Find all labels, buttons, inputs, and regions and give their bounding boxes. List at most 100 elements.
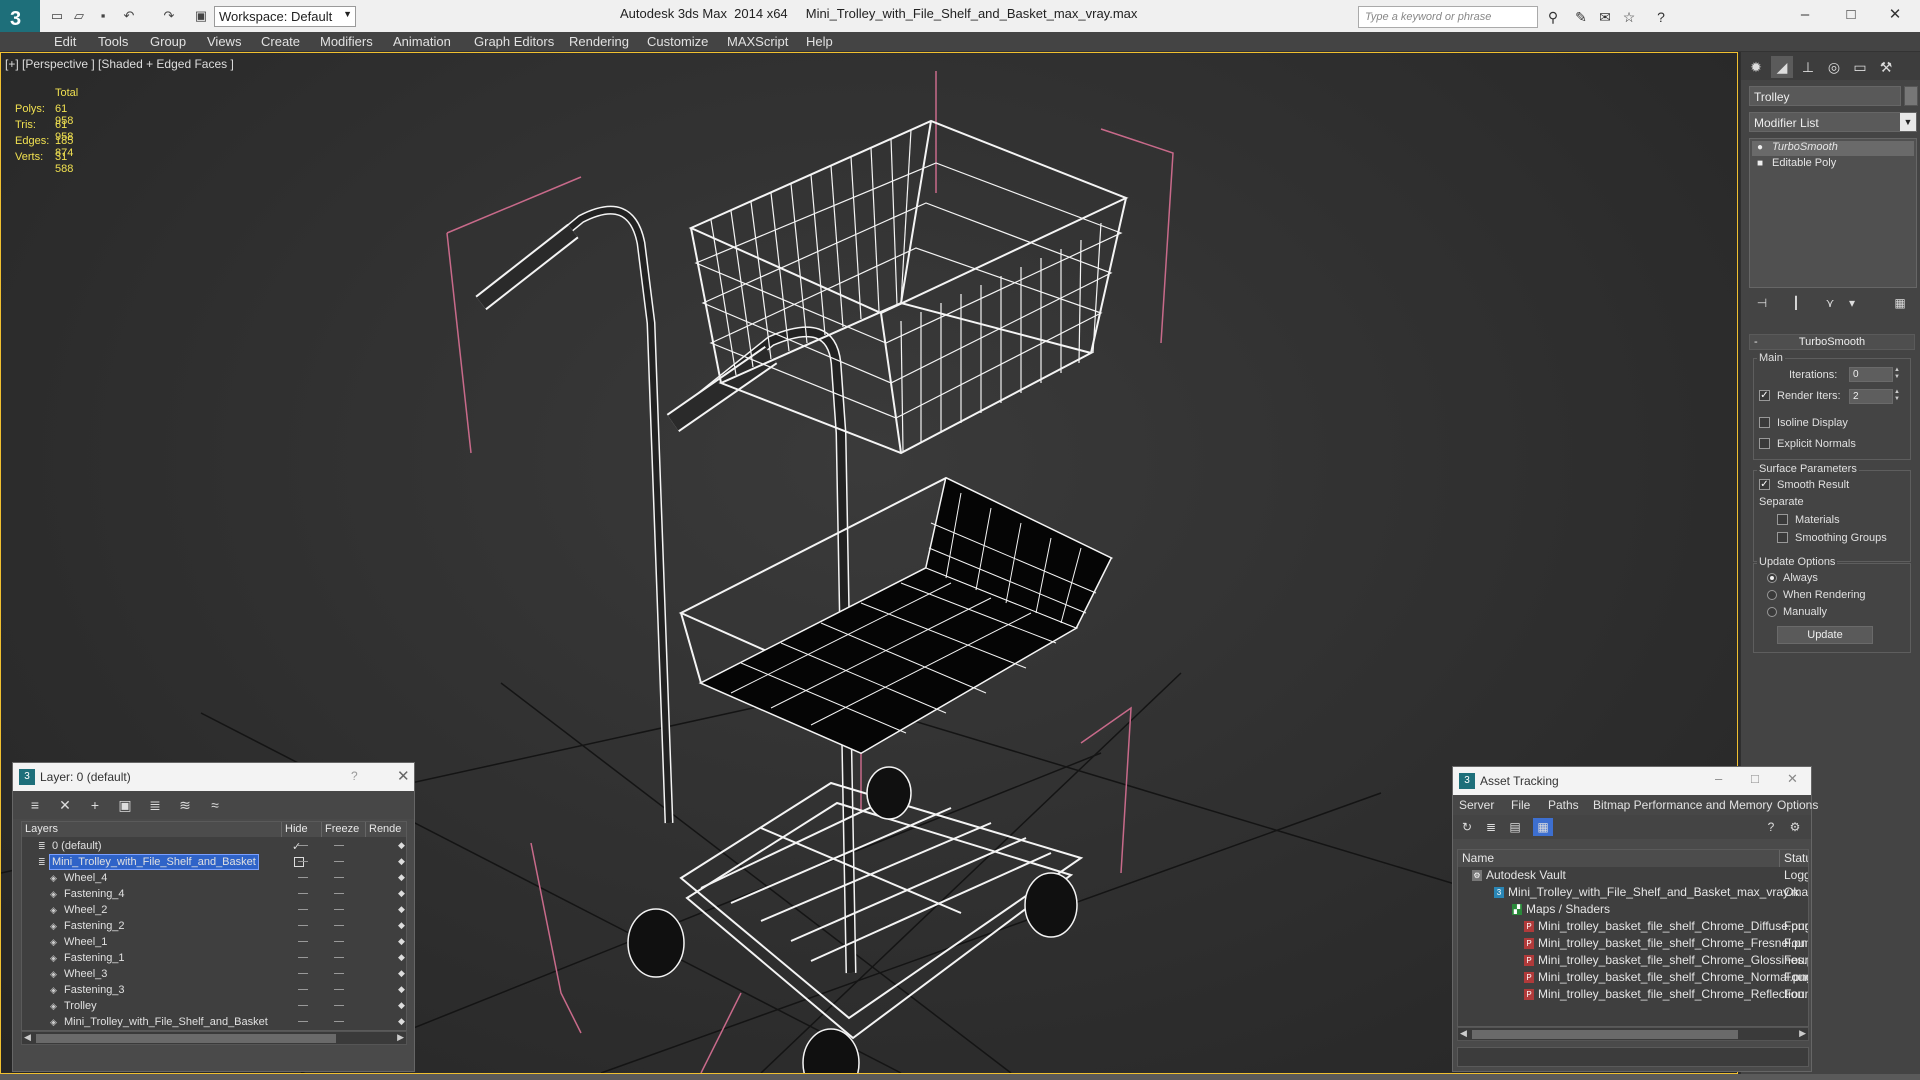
freeze-toggle[interactable] (334, 909, 344, 910)
list-view-icon[interactable]: ≣ (1481, 818, 1501, 836)
layer-row[interactable]: ◈ Fastening_4 ◆ (22, 886, 406, 902)
menu-edit[interactable]: Edit (54, 34, 76, 49)
redo-icon[interactable]: ↷ (160, 7, 178, 25)
render-teapot-icon[interactable]: ◆ (398, 985, 406, 994)
layer-row-name[interactable]: Fastening_4 (62, 887, 127, 901)
layer-row-name[interactable]: Wheel_2 (62, 903, 109, 917)
layer-row[interactable]: ◈ Fastening_1 ◆ (22, 950, 406, 966)
hide-toggle[interactable] (298, 909, 308, 910)
freeze-toggle[interactable] (334, 845, 344, 846)
layer-row-name[interactable]: 0 (default) (50, 839, 104, 853)
render-teapot-icon[interactable]: ◆ (398, 953, 406, 962)
freeze-toggle[interactable] (334, 1021, 344, 1022)
subscription-icon[interactable]: ✎ (1572, 8, 1590, 26)
layer-row-name[interactable]: Mini_Trolley_with_File_Shelf_and_Basket (49, 854, 259, 870)
render-teapot-icon[interactable]: ◆ (398, 841, 406, 850)
scroll-right-icon[interactable]: ▶ (1799, 1028, 1806, 1039)
menu-rendering[interactable]: Rendering (569, 34, 629, 49)
favorites-star-icon[interactable]: ☆ (1620, 8, 1638, 26)
when-rendering-radio[interactable] (1767, 590, 1777, 600)
hide-all-icon[interactable]: ≋ (175, 796, 195, 814)
layer-row[interactable]: ◈ Trolley ◆ (22, 998, 406, 1014)
layer-row[interactable]: ◈ Wheel_3 ◆ (22, 966, 406, 982)
hierarchy-tab-icon[interactable]: ⊥ (1797, 56, 1819, 78)
layer-row-name[interactable]: Wheel_4 (62, 871, 109, 885)
hide-toggle[interactable] (298, 1021, 308, 1022)
render-iters-spinner[interactable]: 2 (1849, 389, 1893, 404)
expand-icon[interactable]: ■ (1757, 159, 1766, 169)
asset-row[interactable]: ▞ Maps / Shaders (1458, 901, 1808, 918)
asset-row[interactable]: P Mini_trolley_basket_file_shelf_Chrome_N… (1458, 969, 1808, 986)
manually-radio[interactable] (1767, 607, 1777, 617)
spinner-arrows-icon[interactable]: ▲ ▼ (1893, 367, 1901, 382)
smoothing-groups-checkbox[interactable] (1777, 532, 1788, 543)
current-layer-checkbox[interactable] (294, 857, 304, 867)
configure-sets-icon[interactable]: ▦ (1891, 294, 1909, 312)
always-radio[interactable] (1767, 573, 1777, 583)
help-button[interactable]: ? (351, 769, 358, 783)
refresh-icon[interactable]: ↻ (1457, 818, 1477, 836)
hide-toggle[interactable] (298, 877, 308, 878)
layer-row-name[interactable]: Fastening_2 (62, 919, 127, 933)
freeze-toggle[interactable] (334, 877, 344, 878)
layer-row-name[interactable]: Fastening_3 (62, 983, 127, 997)
render-teapot-icon[interactable]: ◆ (398, 921, 406, 930)
hide-toggle[interactable] (298, 861, 308, 862)
isoline-checkbox[interactable] (1759, 417, 1770, 428)
asset-menu-options[interactable]: Options (1777, 798, 1818, 812)
asset-row[interactable]: 3 Mini_Trolley_with_File_Shelf_and_Basket… (1458, 884, 1808, 901)
hide-toggle[interactable] (298, 1005, 308, 1006)
current-layer-check-icon[interactable]: ✓ (292, 840, 301, 853)
render-teapot-icon[interactable]: ◆ (398, 857, 406, 866)
column-header-hide[interactable]: Hide (282, 822, 322, 837)
help-icon[interactable]: ? (1652, 8, 1670, 26)
layer-row[interactable]: ≣ 0 (default) ✓ ◆ (22, 838, 406, 854)
layer-row-name[interactable]: Wheel_1 (62, 935, 109, 949)
menu-help[interactable]: Help (806, 34, 833, 49)
column-header-status[interactable]: Status (1780, 850, 1808, 867)
menu-customize[interactable]: Customize (647, 34, 708, 49)
freeze-toggle[interactable] (334, 989, 344, 990)
new-file-icon[interactable]: ▭ (48, 7, 66, 25)
scroll-left-icon[interactable]: ◀ (1460, 1028, 1467, 1039)
layer-row[interactable]: ◈ Wheel_2 ◆ (22, 902, 406, 918)
layer-row-name[interactable]: Trolley (62, 999, 99, 1013)
layer-row[interactable]: ◈ Mini_Trolley_with_File_Shelf_and_Basket… (22, 1014, 406, 1030)
freeze-toggle[interactable] (334, 925, 344, 926)
asset-tracking-titlebar[interactable]: 3 Asset Tracking – □ ✕ (1453, 767, 1811, 795)
stack-item-turbosmooth[interactable]: ● TurboSmooth (1752, 141, 1914, 156)
asset-horizontal-scrollbar[interactable]: ◀ ▶ (1457, 1027, 1809, 1041)
menu-modifiers[interactable]: Modifiers (320, 34, 373, 49)
asset-row[interactable]: P Mini_trolley_basket_file_shelf_Chrome_D… (1458, 918, 1808, 935)
communication-icon[interactable]: ✉ (1596, 8, 1614, 26)
minimize-icon[interactable]: – (1715, 771, 1722, 786)
column-header-freeze[interactable]: Freeze (322, 822, 366, 837)
menu-tools[interactable]: Tools (98, 34, 128, 49)
freeze-toggle[interactable] (334, 1005, 344, 1006)
layer-row-name[interactable]: Mini_Trolley_with_File_Shelf_and_Basket (62, 1015, 270, 1029)
asset-menu-file[interactable]: File (1511, 798, 1530, 812)
hide-toggle[interactable] (298, 973, 308, 974)
layer-row-name[interactable]: Fastening_1 (62, 951, 127, 965)
layer-row[interactable]: ◈ Fastening_2 ◆ (22, 918, 406, 934)
object-color-swatch[interactable] (1904, 86, 1918, 106)
remove-modifier-icon[interactable]: ▾ (1843, 294, 1861, 312)
asset-menu-server[interactable]: Server (1459, 798, 1494, 812)
stack-item-editable-poly[interactable]: ■ Editable Poly (1752, 157, 1914, 172)
create-tab-icon[interactable]: ✹ (1745, 56, 1767, 78)
highlight-layer-icon[interactable]: ≣ (145, 796, 165, 814)
motion-tab-icon[interactable]: ◎ (1823, 56, 1845, 78)
close-icon[interactable]: ✕ (1787, 771, 1798, 787)
lightbulb-icon[interactable]: ● (1757, 143, 1766, 153)
maximize-icon[interactable]: □ (1751, 771, 1759, 786)
scroll-thumb[interactable] (36, 1034, 336, 1043)
freeze-toggle[interactable] (334, 893, 344, 894)
layer-row[interactable]: ≣ Mini_Trolley_with_File_Shelf_and_Basket… (22, 854, 406, 870)
hide-toggle[interactable] (298, 893, 308, 894)
scroll-right-icon[interactable]: ▶ (397, 1032, 404, 1043)
search-input[interactable]: Type a keyword or phrase (1358, 6, 1538, 28)
menu-graph-editors[interactable]: Graph Editors (474, 34, 554, 49)
iterations-spinner[interactable]: 0 (1849, 367, 1893, 382)
modifier-list-dropdown[interactable]: Modifier List ▼ (1749, 112, 1917, 132)
render-iters-checkbox[interactable]: ✓ (1759, 390, 1770, 401)
